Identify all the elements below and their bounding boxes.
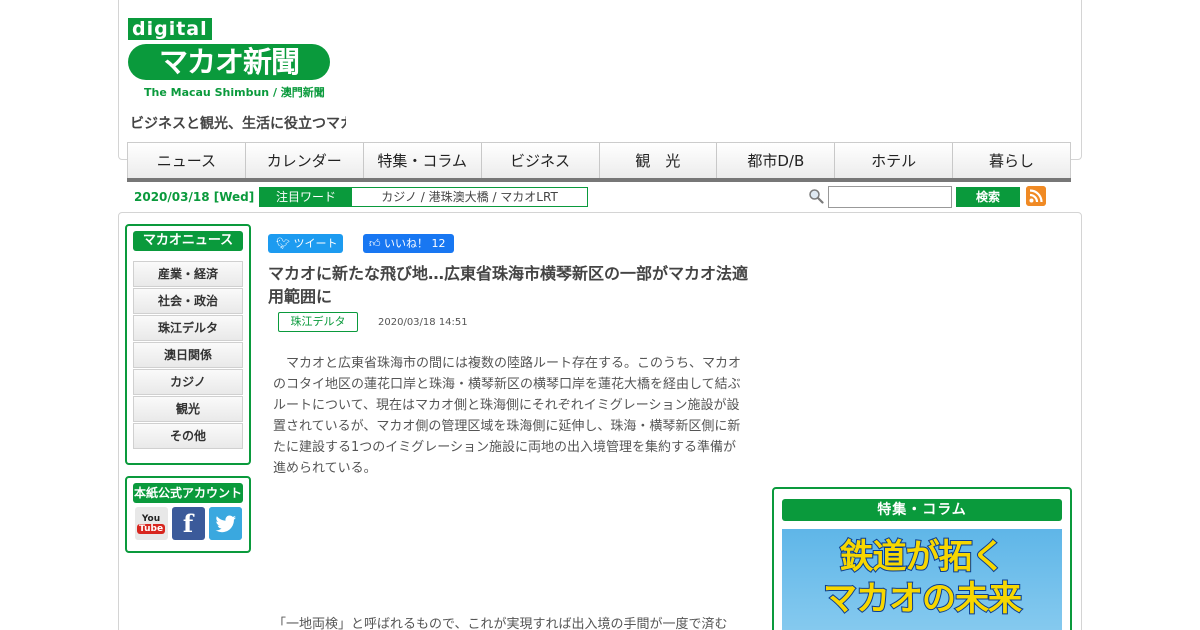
macau-news-title: マカオニュース: [133, 231, 243, 251]
hot-words-label: 注目ワード: [260, 188, 352, 206]
thumbs-up-icon: 👍︎: [369, 237, 384, 250]
nav-item-living[interactable]: 暮らし: [952, 143, 1071, 178]
sidebar-item-macau-japan[interactable]: 澳日関係: [133, 342, 243, 368]
search-button[interactable]: 検索: [956, 187, 1020, 207]
nav-item-features[interactable]: 特集・コラム: [362, 143, 481, 178]
magnifier-icon: [809, 189, 824, 204]
twitter-bird-icon: 🐦︎: [276, 237, 294, 250]
twitter-icon[interactable]: [208, 507, 242, 540]
sidebar-item-pearl-delta[interactable]: 珠江デルタ: [133, 315, 243, 341]
article-body-continued: 「一地両検」と呼ばれるもので、これが実現すれば出入境の手間が一度で済む: [273, 617, 728, 630]
official-accounts-box: 本紙公式アカウント You Tube f: [125, 476, 251, 553]
published-date: 2020/03/18 14:51: [378, 317, 468, 328]
sidebar-item-casino[interactable]: カジノ: [133, 369, 243, 395]
nav-item-hotel[interactable]: ホテル: [834, 143, 952, 178]
like-label: いいね！ 12: [384, 237, 446, 250]
logo-subtitle: The Macau Shimbun / 澳門新聞: [144, 86, 325, 99]
like-button[interactable]: 👍︎ いいね！ 12: [363, 234, 454, 253]
feature-column-box: 特集・コラム 鉄道が拓く マカオの未来: [772, 487, 1072, 630]
category-badge[interactable]: 珠江デルタ: [278, 312, 358, 332]
logo-main-text: マカオ新聞: [128, 44, 330, 80]
nav-item-business[interactable]: ビジネス: [480, 143, 599, 178]
macau-news-list: 産業・経済 社会・政治 珠江デルタ 澳日関係 カジノ 観光 その他: [133, 261, 243, 449]
youtube-icon[interactable]: You Tube: [134, 507, 168, 540]
page: { "header": { "logo_digital": "digital",…: [0, 0, 1200, 630]
feature-banner-line2: マカオの未来: [822, 578, 1023, 620]
facebook-icon[interactable]: f: [171, 507, 205, 540]
nav-item-calendar[interactable]: カレンダー: [244, 143, 363, 178]
logo-digital-text: digital: [128, 18, 212, 40]
nav-item-tourism[interactable]: 観 光: [598, 143, 717, 178]
hot-words-links[interactable]: カジノ / 港珠澳大橋 / マカオLRT: [352, 188, 587, 206]
feature-banner[interactable]: 鉄道が拓く マカオの未来: [782, 529, 1062, 630]
feature-banner-line1: 鉄道が拓く: [839, 536, 1007, 578]
rss-icon[interactable]: [1026, 186, 1046, 206]
site-logo[interactable]: digital マカオ新聞 The Macau Shimbun / 澳門新聞: [128, 18, 348, 102]
tweet-button[interactable]: 🐦︎ ツイート: [268, 234, 343, 253]
search-input[interactable]: [828, 186, 952, 208]
social-links: You Tube f: [127, 507, 249, 540]
nav-item-city-db[interactable]: 都市D/B: [716, 143, 834, 178]
nav-item-news[interactable]: ニュース: [127, 143, 245, 178]
article-title: マカオに新たな飛び地…広東省珠海市横琴新区の一部がマカオ法適用範囲に: [268, 264, 749, 306]
current-date: 2020/03/18 [Wed]: [134, 190, 255, 204]
sidebar-item-other[interactable]: その他: [133, 423, 243, 449]
site-tagline: ビジネスと観光、生活に役立つマカオ: [130, 116, 346, 132]
macau-news-box: マカオニュース 産業・経済 社会・政治 珠江デルタ 澳日関係 カジノ 観光 その…: [125, 224, 251, 465]
official-accounts-title: 本紙公式アカウント: [133, 483, 243, 503]
sidebar-item-society[interactable]: 社会・政治: [133, 288, 243, 314]
main-nav: ニュース カレンダー 特集・コラム ビジネス 観 光 都市D/B ホテル 暮らし: [127, 142, 1071, 182]
sidebar-item-economy[interactable]: 産業・経済: [133, 261, 243, 287]
hot-words-bar: 注目ワード カジノ / 港珠澳大橋 / マカオLRT: [259, 187, 588, 207]
tweet-label: ツイート: [293, 237, 338, 250]
feature-column-title: 特集・コラム: [782, 499, 1062, 521]
article-body: マカオと広東省珠海市の間には複数の陸路ルート存在する。このうち、マカオのコタイ地…: [273, 356, 742, 476]
sidebar-item-tourism[interactable]: 観光: [133, 396, 243, 422]
